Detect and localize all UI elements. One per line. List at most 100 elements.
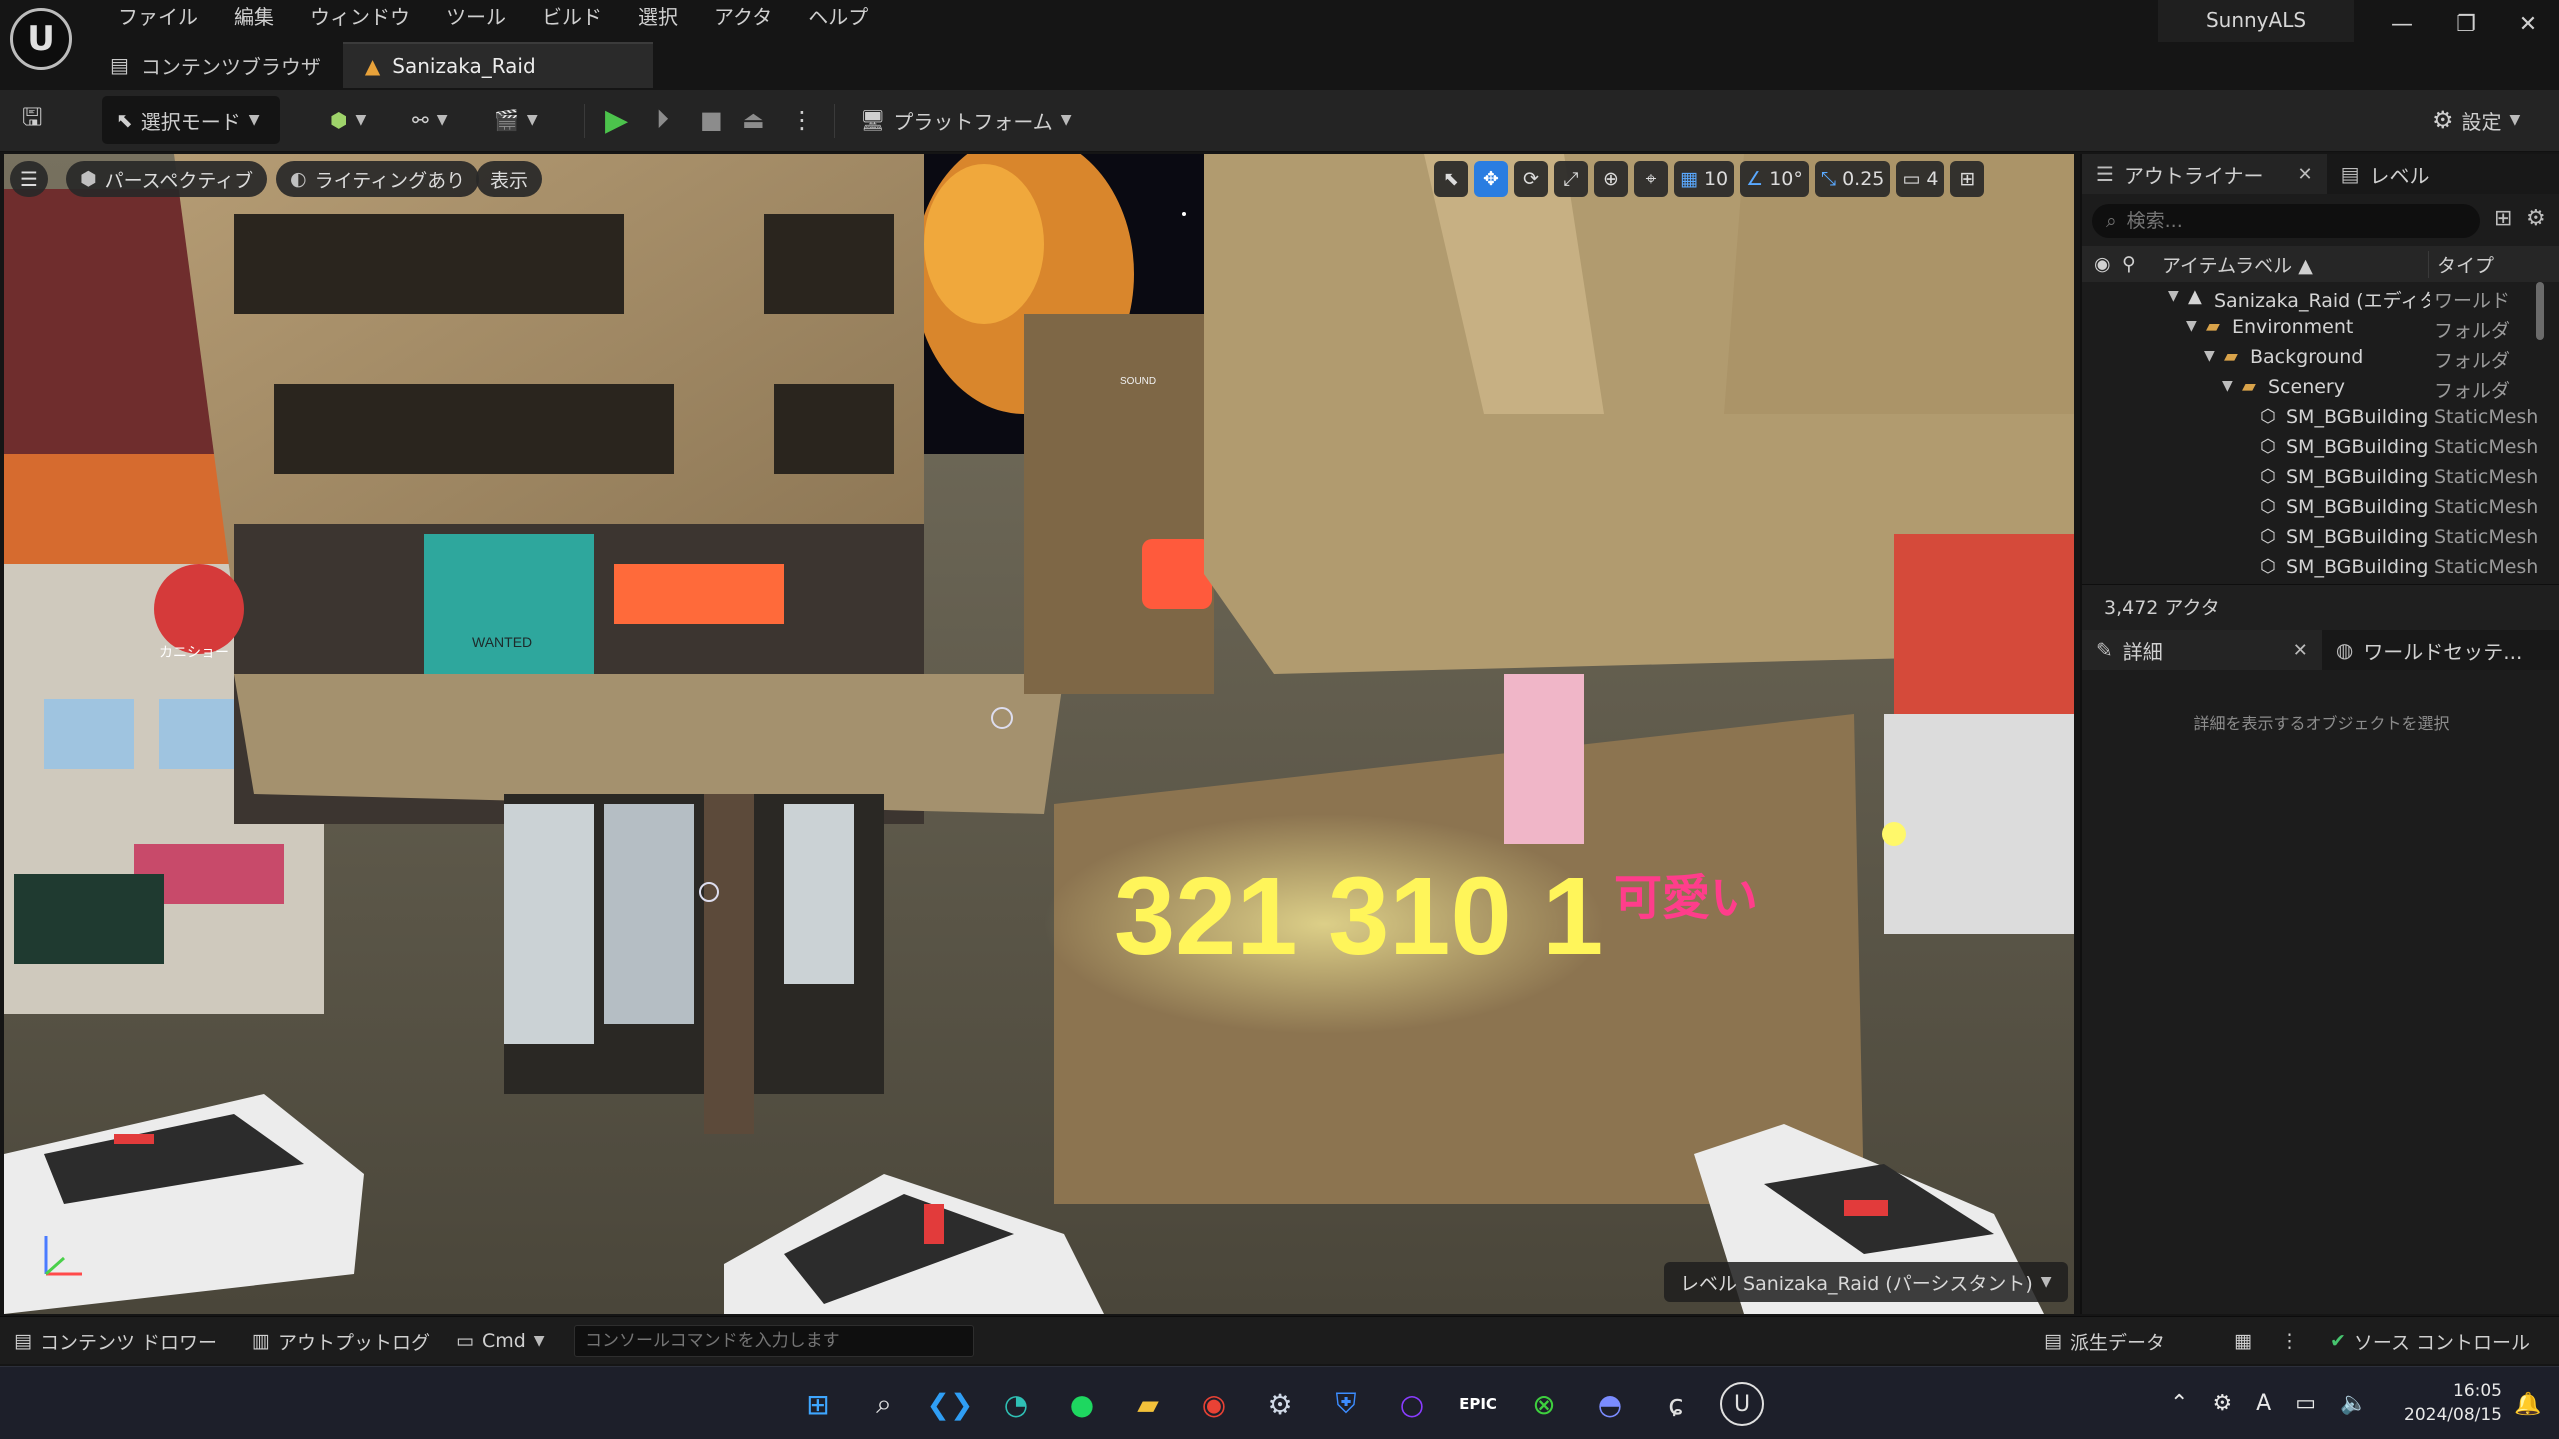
world-local-toggle[interactable]: ⊕ [1594, 161, 1628, 197]
stop-button[interactable]: ■ [700, 96, 723, 144]
menu-select[interactable]: 選択 [620, 0, 696, 34]
close-button[interactable]: ✕ [2498, 4, 2558, 46]
tree-row[interactable]: ▼ ▰ Scenery フォルダ [2082, 374, 2552, 404]
discord-icon[interactable]: ◓ [1588, 1382, 1632, 1426]
grid-snap-button[interactable]: ▦ 10 [1674, 161, 1735, 197]
blueprint-button[interactable]: ⚯ ▼ [412, 96, 448, 144]
ime-indicator[interactable]: A [2256, 1391, 2271, 1416]
clock[interactable]: 16:05 2024/08/15 [2392, 1379, 2502, 1427]
column-item-label[interactable]: アイテムラベル ▲ [2162, 251, 2313, 278]
chevron-up-icon[interactable]: ⌃ [2170, 1391, 2188, 1416]
lighting-dropdown[interactable]: ◐ ライティングあり [276, 161, 480, 197]
settings-dropdown[interactable]: ⚙ 設定 ▼ [2432, 96, 2520, 144]
tree-row[interactable]: ⬡ SM_BGBuilding StaticMesh [2082, 434, 2552, 464]
close-icon[interactable]: ✕ [2298, 164, 2313, 185]
trace-icon[interactable]: ▦ [2234, 1317, 2252, 1365]
vpn-shield-icon[interactable]: ⛨ [1324, 1382, 1368, 1426]
source-control-button[interactable]: ✔ ソース コントロール [2330, 1317, 2530, 1365]
chrome-icon[interactable]: ◉ [1192, 1382, 1236, 1426]
expand-arrow-icon[interactable]: ▼ [2222, 378, 2233, 394]
restore-button[interactable]: ❐ [2436, 4, 2496, 46]
add-actor-button[interactable]: ⬢ ▼ [330, 96, 366, 144]
notification-bell-icon[interactable]: 🔔 [2506, 1382, 2550, 1426]
tab-levels[interactable]: ▤ レベル [2327, 154, 2444, 194]
translate-tool-button[interactable]: ✥ [1474, 161, 1508, 197]
rotate-tool-button[interactable]: ⟳ [1514, 161, 1548, 197]
viewport-menu-button[interactable]: hamburger-icon☰ [10, 161, 48, 197]
menu-help[interactable]: ヘルプ [790, 0, 886, 34]
unreal-logo-icon[interactable]: U [10, 8, 72, 70]
viewport-layout-button[interactable]: ⊞ [1950, 161, 1985, 197]
pin-icon[interactable]: ⚲ [2122, 253, 2136, 275]
outliner-search[interactable]: ⌕ [2092, 204, 2480, 238]
column-type[interactable]: タイプ [2428, 250, 2494, 278]
speaker-icon[interactable]: 🔈 [2340, 1391, 2367, 1416]
gear-icon[interactable]: ⚙ [2526, 206, 2546, 231]
show-dropdown[interactable]: 表示 [476, 161, 543, 197]
console-command-input[interactable] [574, 1325, 974, 1357]
file-explorer-icon[interactable]: ▰ [1126, 1382, 1170, 1426]
menu-window[interactable]: ウィンドウ [292, 0, 428, 34]
vscode-icon[interactable]: ❮❯ [927, 1382, 974, 1426]
menu-edit[interactable]: 編集 [216, 0, 292, 34]
spotify-icon[interactable]: ● [1060, 1382, 1104, 1426]
content-drawer-button[interactable]: ▤ コンテンツ ドロワー [14, 1317, 217, 1365]
perspective-dropdown[interactable]: ⬢ パースペクティブ [66, 161, 268, 197]
eject-button[interactable]: ⏏ [742, 96, 765, 144]
tab-details[interactable]: ✎ 詳細 ✕ [2082, 630, 2322, 670]
rotation-snap-button[interactable]: ∠ 10° [1740, 161, 1809, 197]
edge-icon[interactable]: ◔ [994, 1382, 1038, 1426]
platform-dropdown[interactable]: 🖥 プラットフォーム ▼ [860, 96, 1072, 144]
mode-select-dropdown[interactable]: ⬉ 選択モード ▼ [102, 96, 280, 144]
add-folder-icon[interactable]: ⊞ [2494, 206, 2512, 231]
menu-file[interactable]: ファイル [100, 0, 216, 34]
tree-row[interactable]: ⬡ SM_BGBuilding StaticMesh [2082, 554, 2552, 584]
steam-tray-icon[interactable]: ⚙ [2212, 1391, 2232, 1416]
github-copilot-icon[interactable]: ɕ [1654, 1382, 1698, 1426]
advance-frame-button[interactable]: ⏵ [656, 96, 669, 144]
tab-content-browser[interactable]: ▤ コンテンツブラウザ [88, 42, 343, 88]
derived-data-button[interactable]: ▤ 派生データ [2044, 1317, 2165, 1365]
save-icon[interactable]: 🖫 [22, 96, 42, 144]
circle-app-icon[interactable]: ○ [1390, 1382, 1434, 1426]
cinematics-button[interactable]: 🎬 ▼ [494, 96, 538, 144]
expand-arrow-icon[interactable]: ▼ [2168, 288, 2179, 304]
play-options-button[interactable]: ⋮ [790, 96, 814, 144]
cmd-dropdown[interactable]: ▭ Cmd ▼ [456, 1317, 545, 1365]
network-icon[interactable]: ▭ [2295, 1391, 2316, 1416]
tree-row[interactable]: ▼ ▰ Background フォルダ [2082, 344, 2552, 374]
expand-arrow-icon[interactable]: ▼ [2204, 348, 2215, 364]
visibility-eye-icon[interactable]: ◉ [2094, 253, 2111, 275]
tree-row[interactable]: ▼ ▰ Environment フォルダ [2082, 314, 2552, 344]
tree-row[interactable]: ▼ ▲ Sanizaka_Raid (エディタ) ワールド [2082, 284, 2552, 314]
windows-start-icon[interactable]: ⊞ [796, 1382, 840, 1426]
output-log-button[interactable]: ▥ アウトプットログ [252, 1317, 430, 1365]
scale-snap-button[interactable]: ⤡ 0.25 [1814, 161, 1891, 197]
outliner-scrollbar[interactable] [2536, 282, 2544, 340]
minimize-button[interactable]: — [2372, 4, 2432, 46]
menu-actor[interactable]: アクタ [696, 0, 790, 34]
current-level-dropdown[interactable]: レベル Sanizaka_Raid (パーシスタント) ▼ [1664, 1262, 2068, 1302]
steam-icon[interactable]: ⚙ [1258, 1382, 1302, 1426]
epic-games-icon[interactable]: EPIC [1456, 1382, 1500, 1426]
level-viewport[interactable]: WANTED SOUND 321 310 1 可愛い カニショー ☰ ⬢ パース… [4, 154, 2074, 1314]
unreal-engine-icon[interactable]: U [1720, 1382, 1764, 1426]
more-vertical-icon[interactable]: ⋮ [2280, 1317, 2299, 1365]
scale-tool-button[interactable]: ⤢ [1554, 161, 1588, 197]
select-tool-button[interactable]: ⬉ [1434, 161, 1468, 197]
tree-row[interactable]: ⬡ SM_BGBuilding StaticMesh [2082, 464, 2552, 494]
menu-tools[interactable]: ツール [428, 0, 524, 34]
close-icon[interactable]: ✕ [2293, 640, 2308, 661]
tab-level[interactable]: ▲ Sanizaka_Raid [342, 42, 653, 88]
tree-row[interactable]: ⬡ SM_BGBuilding StaticMesh [2082, 524, 2552, 554]
menu-build[interactable]: ビルド [524, 0, 620, 34]
search-input[interactable] [2126, 210, 2427, 232]
play-button[interactable]: ▶ [605, 96, 628, 144]
search-icon[interactable]: ⌕ [862, 1382, 906, 1426]
surface-snap-toggle[interactable]: ⌖ [1634, 161, 1668, 197]
expand-arrow-icon[interactable]: ▼ [2186, 318, 2197, 334]
camera-speed-button[interactable]: ▭ 4 [1896, 161, 1945, 197]
tab-world-settings[interactable]: ◍ ワールドセッテ... [2322, 630, 2537, 670]
xbox-icon[interactable]: ⊗ [1522, 1382, 1566, 1426]
tree-row[interactable]: ⬡ SM_BGBuilding StaticMesh [2082, 494, 2552, 524]
